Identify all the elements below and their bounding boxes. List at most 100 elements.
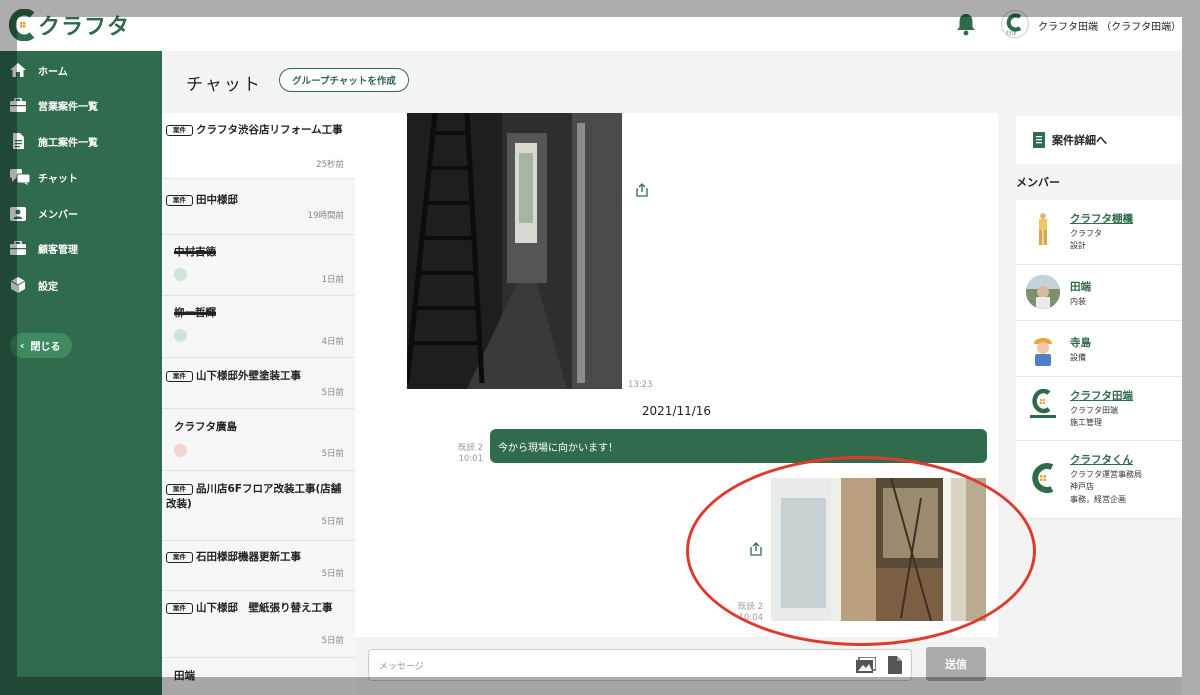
- sidebar-item-label: 顧客管理: [38, 244, 78, 256]
- member-name[interactable]: クラフタ田端: [1070, 388, 1133, 403]
- conversation-time: 5日前: [321, 449, 344, 459]
- message-thread[interactable]: 13:23 2021/11/16 既読 2 10:01 今から現場に向かいます！: [355, 113, 998, 637]
- member-role: 設備: [1070, 353, 1086, 362]
- conversation-name: クラフタ渋谷店リフォーム工事: [196, 124, 343, 136]
- message-bubble[interactable]: 今から現場に向かいます！: [490, 429, 987, 463]
- list-item[interactable]: 案件 品川店6Fフロア改装工事(店舗改装) 5日前: [162, 471, 355, 541]
- member-role: 施工管理: [1070, 418, 1102, 427]
- member-card[interactable]: 寺島 設備: [1016, 321, 1182, 377]
- member-name[interactable]: クラフタくん: [1070, 452, 1133, 467]
- list-item[interactable]: 案件 山下様邸外壁塗装工事 5日前: [162, 358, 355, 409]
- file-attach-icon[interactable]: [888, 656, 902, 674]
- conversation-name: 山下様邸 壁紙張り替え工事: [196, 602, 333, 614]
- share-icon[interactable]: [750, 542, 762, 556]
- conversation-list[interactable]: 案件 クラフタ渋谷店リフォーム工事 25秒前 案件 田中様邸 19時間前 中村吉徳 …: [162, 113, 355, 695]
- member-role: 事務，経営企画: [1070, 495, 1126, 504]
- document-icon: [13, 133, 24, 149]
- sidebar-item-sales-projects[interactable]: 営業案件一覧: [0, 91, 162, 119]
- sidebar-item-chat[interactable]: チャット: [0, 163, 162, 191]
- member-name[interactable]: 寺島: [1070, 335, 1091, 350]
- member-photo-avatar: [1026, 275, 1060, 309]
- sidebar-item-label: 施工案件一覧: [38, 137, 98, 149]
- construction-photo-interior[interactable]: [771, 478, 986, 621]
- member-name[interactable]: クラフタ棚橋: [1070, 211, 1133, 226]
- interior-photo-image: [771, 478, 986, 621]
- member-name[interactable]: 田端: [1070, 279, 1091, 294]
- message-time: 10:01: [458, 454, 484, 464]
- share-icon[interactable]: [636, 183, 648, 197]
- document-icon: [1033, 132, 1045, 148]
- sidebar-item-label: チャット: [38, 173, 78, 185]
- green-avatar-icon: [174, 268, 187, 281]
- avatar-text: ｸﾗﾌﾀ: [1006, 31, 1017, 37]
- image-attach-icon[interactable]: [856, 657, 876, 673]
- sidebar-item-members[interactable]: メンバー: [0, 199, 162, 227]
- bell-icon[interactable]: [955, 12, 977, 36]
- list-item[interactable]: 田端: [162, 658, 355, 695]
- project-tag: 案件: [166, 195, 193, 206]
- conversation-title: 案件 山下様邸 壁紙張り替え工事: [166, 601, 346, 616]
- member-card[interactable]: クラフタくん クラフタ運営事務局 神戸店 事務，経営企画: [1016, 441, 1182, 519]
- sidebar-item-customers[interactable]: 顧客管理: [0, 234, 162, 262]
- project-side-panel: 案件詳細へ メンバー クラフタ棚橋 クラフタ 設計 田端 内装 寺島 設備 クラ…: [998, 113, 1182, 695]
- sidebar-item-home[interactable]: ホーム: [0, 56, 162, 84]
- list-item[interactable]: 案件 山下様邸 壁紙張り替え工事 5日前: [162, 591, 355, 658]
- member-company: クラフタ田端: [1070, 406, 1118, 415]
- project-tag: 案件: [166, 484, 193, 495]
- create-group-chat-button[interactable]: グループチャットを作成: [279, 68, 409, 92]
- settings-icon: [10, 277, 26, 293]
- logo-text: クラフタ: [38, 15, 131, 40]
- message-input[interactable]: メッセージ: [368, 649, 912, 681]
- chat-icon: [10, 169, 30, 185]
- crafta-logo-icon: [1032, 463, 1054, 493]
- worker-figure-icon: [1039, 213, 1047, 245]
- conversation-title: 案件 田中様邸: [166, 193, 346, 208]
- conversation-title: 中村吉徳: [174, 245, 354, 260]
- list-item[interactable]: 柳一哲輝 4日前: [162, 296, 355, 358]
- list-item[interactable]: 中村吉徳 1日前: [162, 235, 355, 296]
- project-tag: 案件: [166, 603, 193, 614]
- project-detail-link[interactable]: 案件詳細へ: [1016, 116, 1182, 164]
- conversation-time: 4日前: [321, 337, 344, 347]
- member-card[interactable]: クラフタ棚橋 クラフタ 設計: [1016, 200, 1182, 265]
- sidebar: ホーム 営業案件一覧 施工案件一覧 チャット メンバー 顧客管理 設定 ‹ 閉じ: [0, 51, 162, 695]
- sidebar-item-settings[interactable]: 設定: [0, 271, 162, 299]
- sidebar-item-label: 設定: [38, 281, 58, 293]
- conversation-name: クラフタ廣島: [174, 421, 237, 433]
- member-card[interactable]: クラフタ田端 クラフタ田端 施工管理: [1016, 377, 1182, 441]
- list-item[interactable]: 案件 石田様邸機器更新工事 5日前: [162, 541, 355, 591]
- member-role: 設計: [1070, 241, 1086, 250]
- list-item[interactable]: 案件 クラフタ渋谷店リフォーム工事 25秒前: [162, 113, 355, 179]
- conversation-name: 田中様邸: [196, 194, 238, 206]
- conversation-title: 田端: [174, 669, 354, 684]
- member-role: 内装: [1070, 297, 1086, 306]
- user-name[interactable]: クラフタ田端 （クラフタ田端）: [1038, 18, 1181, 33]
- user-avatar[interactable]: ｸﾗﾌﾀ: [1001, 10, 1029, 38]
- list-item[interactable]: 案件 田中様邸 19時間前: [162, 179, 355, 235]
- member-branch: 神戸店: [1070, 482, 1094, 491]
- conversation-title: 案件 石田様邸機器更新工事: [166, 550, 346, 565]
- customer-icon: [10, 241, 26, 255]
- close-sidebar-button[interactable]: ‹ 閉じる: [10, 333, 72, 358]
- message-time: 13:23: [628, 380, 653, 390]
- list-item[interactable]: クラフタ廣島 5日前: [162, 409, 355, 471]
- sidebar-item-construction-projects[interactable]: 施工案件一覧: [0, 127, 162, 155]
- conversation-title: 案件 山下様邸外壁塗装工事: [166, 369, 346, 384]
- conversation-name: 柳一哲輝: [174, 307, 216, 319]
- project-tag: 案件: [166, 552, 193, 563]
- conversation-title: クラフタ廣島: [174, 420, 354, 435]
- ladder-photo-image: [407, 113, 622, 389]
- home-icon: [10, 63, 26, 77]
- conversation-name: 石田様邸機器更新工事: [196, 551, 301, 563]
- conversation-time: 5日前: [321, 636, 344, 646]
- craftа-logo-icon: [1030, 389, 1056, 418]
- logo[interactable]: クラフタ: [8, 9, 130, 41]
- screen-dim-right: [1182, 17, 1200, 695]
- send-button[interactable]: 送信: [926, 647, 986, 681]
- construction-photo-ladder[interactable]: [407, 113, 622, 389]
- conversation-name: 田端: [174, 670, 195, 682]
- conversation-time: 5日前: [321, 388, 344, 398]
- member-card[interactable]: 田端 内装: [1016, 265, 1182, 321]
- members-heading: メンバー: [1016, 176, 1060, 189]
- sidebar-item-label: ホーム: [38, 66, 68, 78]
